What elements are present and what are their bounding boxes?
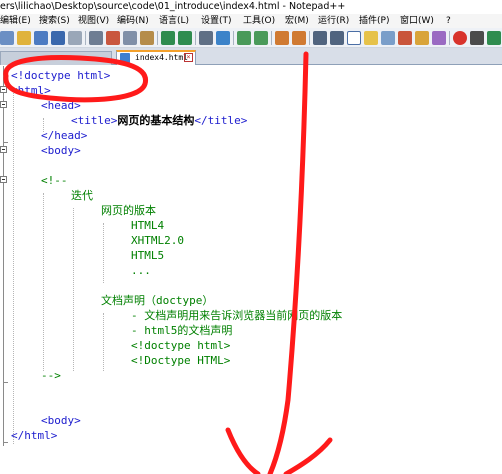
code-line-19: <!doctype html> xyxy=(131,339,231,352)
monitoring-icon[interactable] xyxy=(415,31,429,45)
indent-guide xyxy=(103,313,104,371)
close-tab-icon[interactable]: × xyxy=(184,53,193,62)
menu-help[interactable]: ? xyxy=(446,14,451,28)
code-line-5: </head> xyxy=(41,129,88,142)
open-folder-icon[interactable] xyxy=(17,31,31,45)
fold-end-marker xyxy=(3,382,8,383)
user-lang-icon[interactable] xyxy=(432,31,446,45)
toolbar-separator xyxy=(233,31,234,45)
code-line-8: <!-- xyxy=(41,174,68,187)
zoom-in-icon[interactable] xyxy=(237,31,251,45)
function-list-icon[interactable] xyxy=(381,31,395,45)
code-line-24: <body> xyxy=(41,414,81,427)
fold-end-marker xyxy=(3,142,8,143)
tab-bar: index4.html × xyxy=(0,48,502,65)
new-file-icon[interactable] xyxy=(0,31,14,45)
menu-run[interactable]: 运行(R) xyxy=(318,14,349,28)
toolbar-separator xyxy=(449,31,450,45)
code-line-20: <!Doctype HTML> xyxy=(131,354,231,367)
doc-map-icon[interactable] xyxy=(364,31,378,45)
title-open-tag: <title> xyxy=(71,114,118,127)
toolbar-separator xyxy=(271,31,272,45)
fold-head-icon[interactable] xyxy=(0,101,7,108)
menu-plugins[interactable]: 插件(P) xyxy=(359,14,389,28)
menu-search[interactable]: 搜索(S) xyxy=(39,14,70,28)
fold-comment-icon[interactable] xyxy=(0,176,7,183)
tab-index4[interactable]: index4.html × xyxy=(116,50,196,65)
menu-encoding[interactable]: 编码(N) xyxy=(117,14,149,28)
cut-icon[interactable] xyxy=(106,31,120,45)
code-line-18: - html5的文档声明 xyxy=(131,324,233,337)
title-close-tag: </title> xyxy=(194,114,248,127)
code-line-12: XHTML2.0 xyxy=(131,234,184,247)
menu-macro[interactable]: 宏(M) xyxy=(285,14,309,28)
close-file-icon[interactable] xyxy=(68,31,82,45)
code-line-11: HTML4 xyxy=(131,219,165,232)
indent-guide xyxy=(43,193,44,371)
menu-edit[interactable]: 编辑(E) xyxy=(0,14,31,28)
fold-html-icon[interactable] xyxy=(0,86,7,93)
code-line-10: 网页的版本 xyxy=(101,204,156,217)
code-line-25: </html> xyxy=(11,429,58,442)
replace-icon[interactable] xyxy=(216,31,230,45)
toolbar-separator xyxy=(309,31,310,45)
tab-other-file[interactable] xyxy=(0,51,112,65)
code-line-4: <title>网页的基本结构</title> xyxy=(71,113,247,128)
stop-macro-icon[interactable] xyxy=(470,31,484,45)
code-line-13: HTML5 xyxy=(131,249,165,262)
menu-language[interactable]: 语言(L) xyxy=(159,14,189,28)
toolbar-separator xyxy=(195,31,196,45)
indent-guide xyxy=(73,208,74,371)
editor[interactable]: <!doctype html> <html> <head> <title>网页的… xyxy=(0,66,502,474)
code-line-21: --> xyxy=(41,369,61,382)
paste-icon[interactable] xyxy=(140,31,154,45)
record-macro-icon[interactable] xyxy=(453,31,467,45)
sync-vertical-icon[interactable] xyxy=(275,31,289,45)
code-line-9: 迭代 xyxy=(71,189,93,202)
show-all-chars-icon[interactable] xyxy=(330,31,344,45)
folder-workspace-icon[interactable] xyxy=(398,31,412,45)
code-line-1: <!doctype html> xyxy=(11,69,111,82)
indent-guide-icon[interactable] xyxy=(347,31,361,45)
code-line-6: <body> xyxy=(41,144,81,157)
window-title: ers\lilichao\Desktop\source\code\01_intr… xyxy=(0,0,502,14)
title-text: 网页的基本结构 xyxy=(117,114,195,127)
menu-window[interactable]: 窗口(W) xyxy=(400,14,434,28)
play-macro-icon[interactable] xyxy=(487,31,501,45)
print-icon[interactable] xyxy=(89,31,103,45)
save-icon[interactable] xyxy=(34,31,48,45)
code-line-16: 文档声明（doctype） xyxy=(101,294,214,307)
find-icon[interactable] xyxy=(199,31,213,45)
fold-end-marker xyxy=(3,442,8,443)
word-wrap-icon[interactable] xyxy=(313,31,327,45)
zoom-out-icon[interactable] xyxy=(254,31,268,45)
save-all-icon[interactable] xyxy=(51,31,65,45)
redo-icon[interactable] xyxy=(178,31,192,45)
undo-icon[interactable] xyxy=(161,31,175,45)
toolbar-separator xyxy=(157,31,158,45)
menu-view[interactable]: 视图(V) xyxy=(78,14,109,28)
code-line-17: - 文档声明用来告诉浏览器当前网页的版本 xyxy=(131,309,343,322)
toolbar-separator xyxy=(85,31,86,45)
fold-body-icon[interactable] xyxy=(0,146,7,153)
file-saved-icon xyxy=(120,53,130,63)
indent-guide xyxy=(13,88,14,444)
tab-label: index4.html xyxy=(135,53,188,62)
menu-settings[interactable]: 设置(T) xyxy=(201,14,232,28)
indent-guide xyxy=(103,223,104,283)
toolbar xyxy=(0,28,502,48)
code-line-14: ... xyxy=(131,264,151,277)
copy-icon[interactable] xyxy=(123,31,137,45)
sync-horizontal-icon[interactable] xyxy=(292,31,306,45)
menu-bar: 编辑(E) 搜索(S) 视图(V) 编码(N) 语言(L) 设置(T) 工具(O… xyxy=(0,14,502,28)
fold-margin-line xyxy=(3,66,4,446)
code-line-3: <head> xyxy=(41,99,81,112)
menu-tools[interactable]: 工具(O) xyxy=(243,14,275,28)
code-line-2: <html> xyxy=(11,84,51,97)
